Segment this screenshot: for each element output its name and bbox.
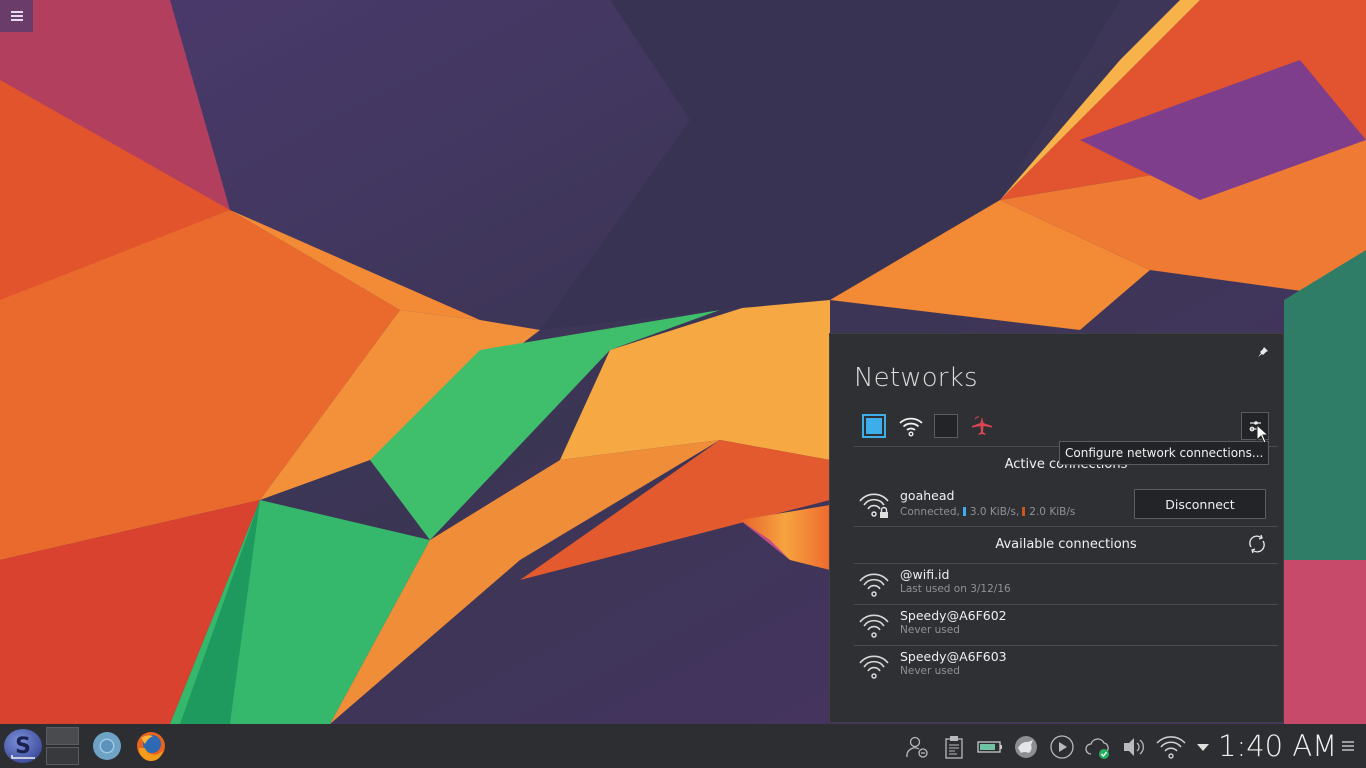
taskbar: S 1:40 AM <box>0 724 1366 768</box>
battery-button[interactable] <box>977 734 1003 760</box>
rescan-button[interactable] <box>1246 533 1268 555</box>
connection-name: goahead <box>900 488 955 503</box>
wifi-icon <box>859 655 889 679</box>
divider <box>854 645 1278 646</box>
wifi-toggle[interactable] <box>898 414 923 438</box>
pin-icon[interactable] <box>1257 346 1269 358</box>
status-text: Connected, <box>900 506 960 518</box>
volume-button[interactable] <box>1121 734 1147 760</box>
svg-text:S: S <box>15 734 31 759</box>
networks-popup: Networks Active goahead Connected, 3.0 K… <box>829 333 1284 723</box>
connection-status: Connected, 3.0 KiB/s, 2.0 KiB/s <box>900 506 1075 518</box>
virtual-desktop-pager[interactable] <box>46 727 79 766</box>
connection-status: Last used on 3/12/16 <box>900 583 1011 595</box>
firefox-task-button[interactable] <box>135 730 167 762</box>
download-rate-icon <box>962 507 966 516</box>
media-player-button[interactable] <box>1049 734 1075 760</box>
user-switch-icon <box>906 736 928 758</box>
popup-title: Networks <box>854 363 978 393</box>
konqi-updater-button[interactable] <box>1013 734 1039 760</box>
panel-options-button[interactable] <box>1342 741 1354 751</box>
upload-rate-icon <box>1022 507 1026 516</box>
configure-tooltip: Configure network connections... <box>1059 441 1270 465</box>
digital-clock[interactable]: 1:40 AM <box>1218 726 1337 766</box>
chromium-icon <box>93 732 121 760</box>
hamburger-menu-icon <box>10 11 23 21</box>
available-connections-heading: Available connections <box>854 527 1278 563</box>
available-connection-item[interactable]: Speedy@A6F603 Never used <box>854 647 1278 688</box>
wifi-icon <box>1156 736 1186 759</box>
available-heading-label: Available connections <box>995 537 1137 552</box>
network-tray-button[interactable] <box>1156 734 1186 760</box>
wifi-icon <box>859 573 889 597</box>
konqi-updater-icon <box>1015 736 1037 758</box>
upload-rate: 2.0 KiB/s <box>1029 506 1076 518</box>
chromium-task-button[interactable] <box>91 730 123 762</box>
connection-name: @wifi.id <box>900 567 950 582</box>
refresh-icon <box>1249 534 1265 554</box>
pager-desktop-1[interactable] <box>46 727 79 745</box>
cloud-sync-button[interactable] <box>1085 734 1111 760</box>
user-switch-button[interactable] <box>904 734 930 760</box>
mouse-cursor-icon <box>1256 424 1270 444</box>
connection-name: Speedy@A6F603 <box>900 649 1007 664</box>
wifi-icon <box>899 417 923 437</box>
media-player-icon <box>1050 735 1074 759</box>
cloud-sync-icon <box>1085 738 1109 759</box>
volume-icon <box>1124 738 1144 756</box>
expand-tray-arrow-icon <box>1197 744 1209 751</box>
airplane-mode-toggle[interactable] <box>970 414 994 438</box>
download-rate: 3.0 KiB/s, <box>969 506 1020 518</box>
desktop-toolbox-button[interactable] <box>0 0 33 32</box>
application-launcher-icon: S <box>4 729 42 763</box>
active-connection-item[interactable]: goahead Connected, 3.0 KiB/s, 2.0 KiB/s Di… <box>854 485 1278 525</box>
clipboard-button[interactable] <box>941 734 967 760</box>
clipboard-icon <box>945 736 963 759</box>
expand-tray-button[interactable] <box>1193 734 1219 760</box>
available-connection-item[interactable]: @wifi.id Last used on 3/12/16 <box>854 565 1278 606</box>
wifi-icon <box>859 614 889 638</box>
airplane-icon <box>972 416 992 435</box>
divider <box>854 604 1278 605</box>
connection-name: Speedy@A6F602 <box>900 608 1007 623</box>
application-launcher-button[interactable]: S <box>3 727 43 765</box>
divider <box>854 563 1278 564</box>
ethernet-toggle-icon[interactable] <box>862 414 886 438</box>
disconnect-button[interactable]: Disconnect <box>1134 489 1266 519</box>
available-connection-item[interactable]: Speedy@A6F602 Never used <box>854 606 1278 647</box>
wwan-toggle-icon[interactable] <box>934 414 958 438</box>
pager-desktop-2[interactable] <box>46 747 79 765</box>
firefox-icon <box>137 732 165 762</box>
connection-status: Never used <box>900 624 960 636</box>
battery-icon <box>977 741 1002 753</box>
connection-status: Never used <box>900 665 960 677</box>
wifi-secured-icon <box>859 493 889 518</box>
